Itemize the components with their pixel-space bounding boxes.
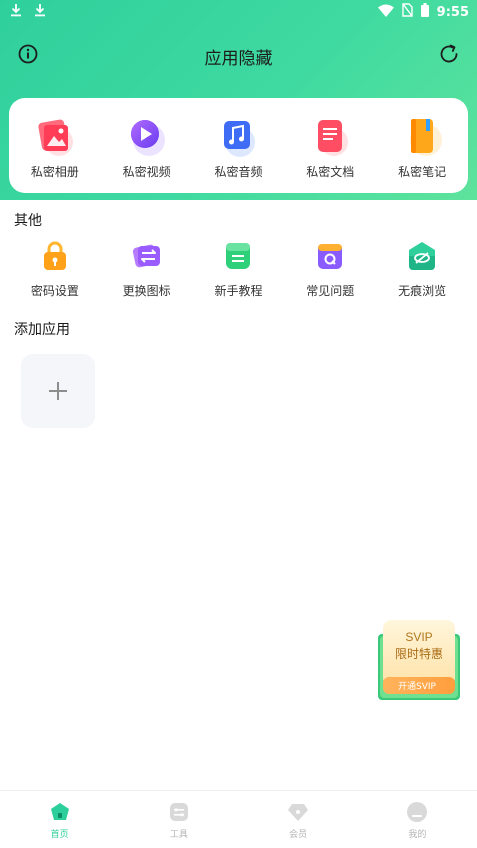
promo-open-svip-text: 开通SVIP: [398, 681, 437, 692]
faq-item[interactable]: 常见问题: [290, 238, 370, 299]
tutorial-label: 新手教程: [214, 284, 263, 298]
photo-album-icon: [38, 119, 73, 156]
tab-profile[interactable]: 我的: [358, 791, 477, 848]
music-icon: [224, 121, 256, 157]
tab-vip-label: 会员: [289, 830, 308, 840]
page-title: 应用隐藏: [204, 49, 273, 69]
private-video-label: 私密视频: [122, 165, 171, 179]
battery-icon: [420, 3, 429, 21]
download-icon: [10, 3, 22, 17]
tools-icon: [169, 803, 188, 821]
private-video-item[interactable]: 私密视频: [107, 114, 187, 180]
promo-discount-text: 限时特惠: [395, 646, 443, 661]
password-settings-item[interactable]: 密码设置: [15, 238, 95, 299]
private-notes-item[interactable]: 私密笔记: [382, 114, 462, 180]
download-icon: [34, 3, 46, 17]
document-icon: [318, 120, 349, 156]
password-settings-label: 密码设置: [30, 284, 79, 298]
incognito-browse-item[interactable]: 无痕浏览: [382, 238, 462, 299]
faq-label: 常见问题: [306, 284, 355, 298]
private-items-card: 私密相册 私密视频 私密音频 私密文档 私密笔记: [9, 98, 468, 193]
swap-icon: [132, 244, 160, 268]
change-icon-label: 更换图标: [122, 284, 171, 298]
wifi-icon: [377, 4, 394, 21]
status-time: 9:55: [436, 4, 469, 20]
private-album-label: 私密相册: [30, 165, 79, 179]
tab-home[interactable]: 首页: [0, 791, 119, 848]
incognito-eye-icon: [409, 242, 436, 270]
tab-home-label: 首页: [50, 830, 69, 840]
lock-icon: [43, 241, 66, 270]
refresh-button[interactable]: [437, 42, 461, 66]
notebook-icon: [410, 119, 443, 156]
others-row: 密码设置 更换图标 新手教程 常见问题 无痕浏览: [9, 238, 468, 299]
others-section-title: 其他: [14, 213, 42, 229]
refresh-icon: [440, 44, 458, 63]
profile-icon: [407, 802, 428, 822]
faq-icon: [318, 244, 343, 269]
private-document-label: 私密文档: [306, 165, 355, 179]
bottom-tab-bar: 首页 工具 会员 我的: [0, 790, 477, 848]
tab-tools[interactable]: 工具: [119, 791, 238, 848]
svip-promo-badge[interactable]: SVIP 限时特惠 开通SVIP: [378, 620, 460, 700]
status-bar: 9:55: [0, 0, 477, 22]
no-sim-icon: [401, 3, 413, 21]
tab-tools-label: 工具: [169, 830, 188, 840]
private-album-item[interactable]: 私密相册: [15, 114, 95, 180]
tutorial-icon: [226, 243, 251, 269]
private-audio-item[interactable]: 私密音频: [198, 114, 278, 180]
tab-vip[interactable]: 会员: [239, 791, 358, 848]
plus-icon: [49, 382, 67, 400]
private-notes-label: 私密笔记: [398, 165, 447, 179]
home-icon: [50, 803, 69, 820]
vip-diamond-icon: [288, 804, 309, 821]
add-apps-section-title: 添加应用: [14, 322, 70, 338]
change-icon-item[interactable]: 更换图标: [107, 238, 187, 299]
tutorial-item[interactable]: 新手教程: [198, 238, 278, 299]
add-app-button[interactable]: [21, 354, 95, 428]
tab-profile-label: 我的: [408, 830, 427, 840]
video-icon: [130, 120, 165, 156]
private-document-item[interactable]: 私密文档: [290, 114, 370, 180]
promo-svip-text: SVIP: [405, 630, 432, 644]
incognito-browse-label: 无痕浏览: [398, 284, 447, 298]
private-audio-label: 私密音频: [214, 165, 263, 179]
top-bar: 应用隐藏: [0, 38, 477, 72]
